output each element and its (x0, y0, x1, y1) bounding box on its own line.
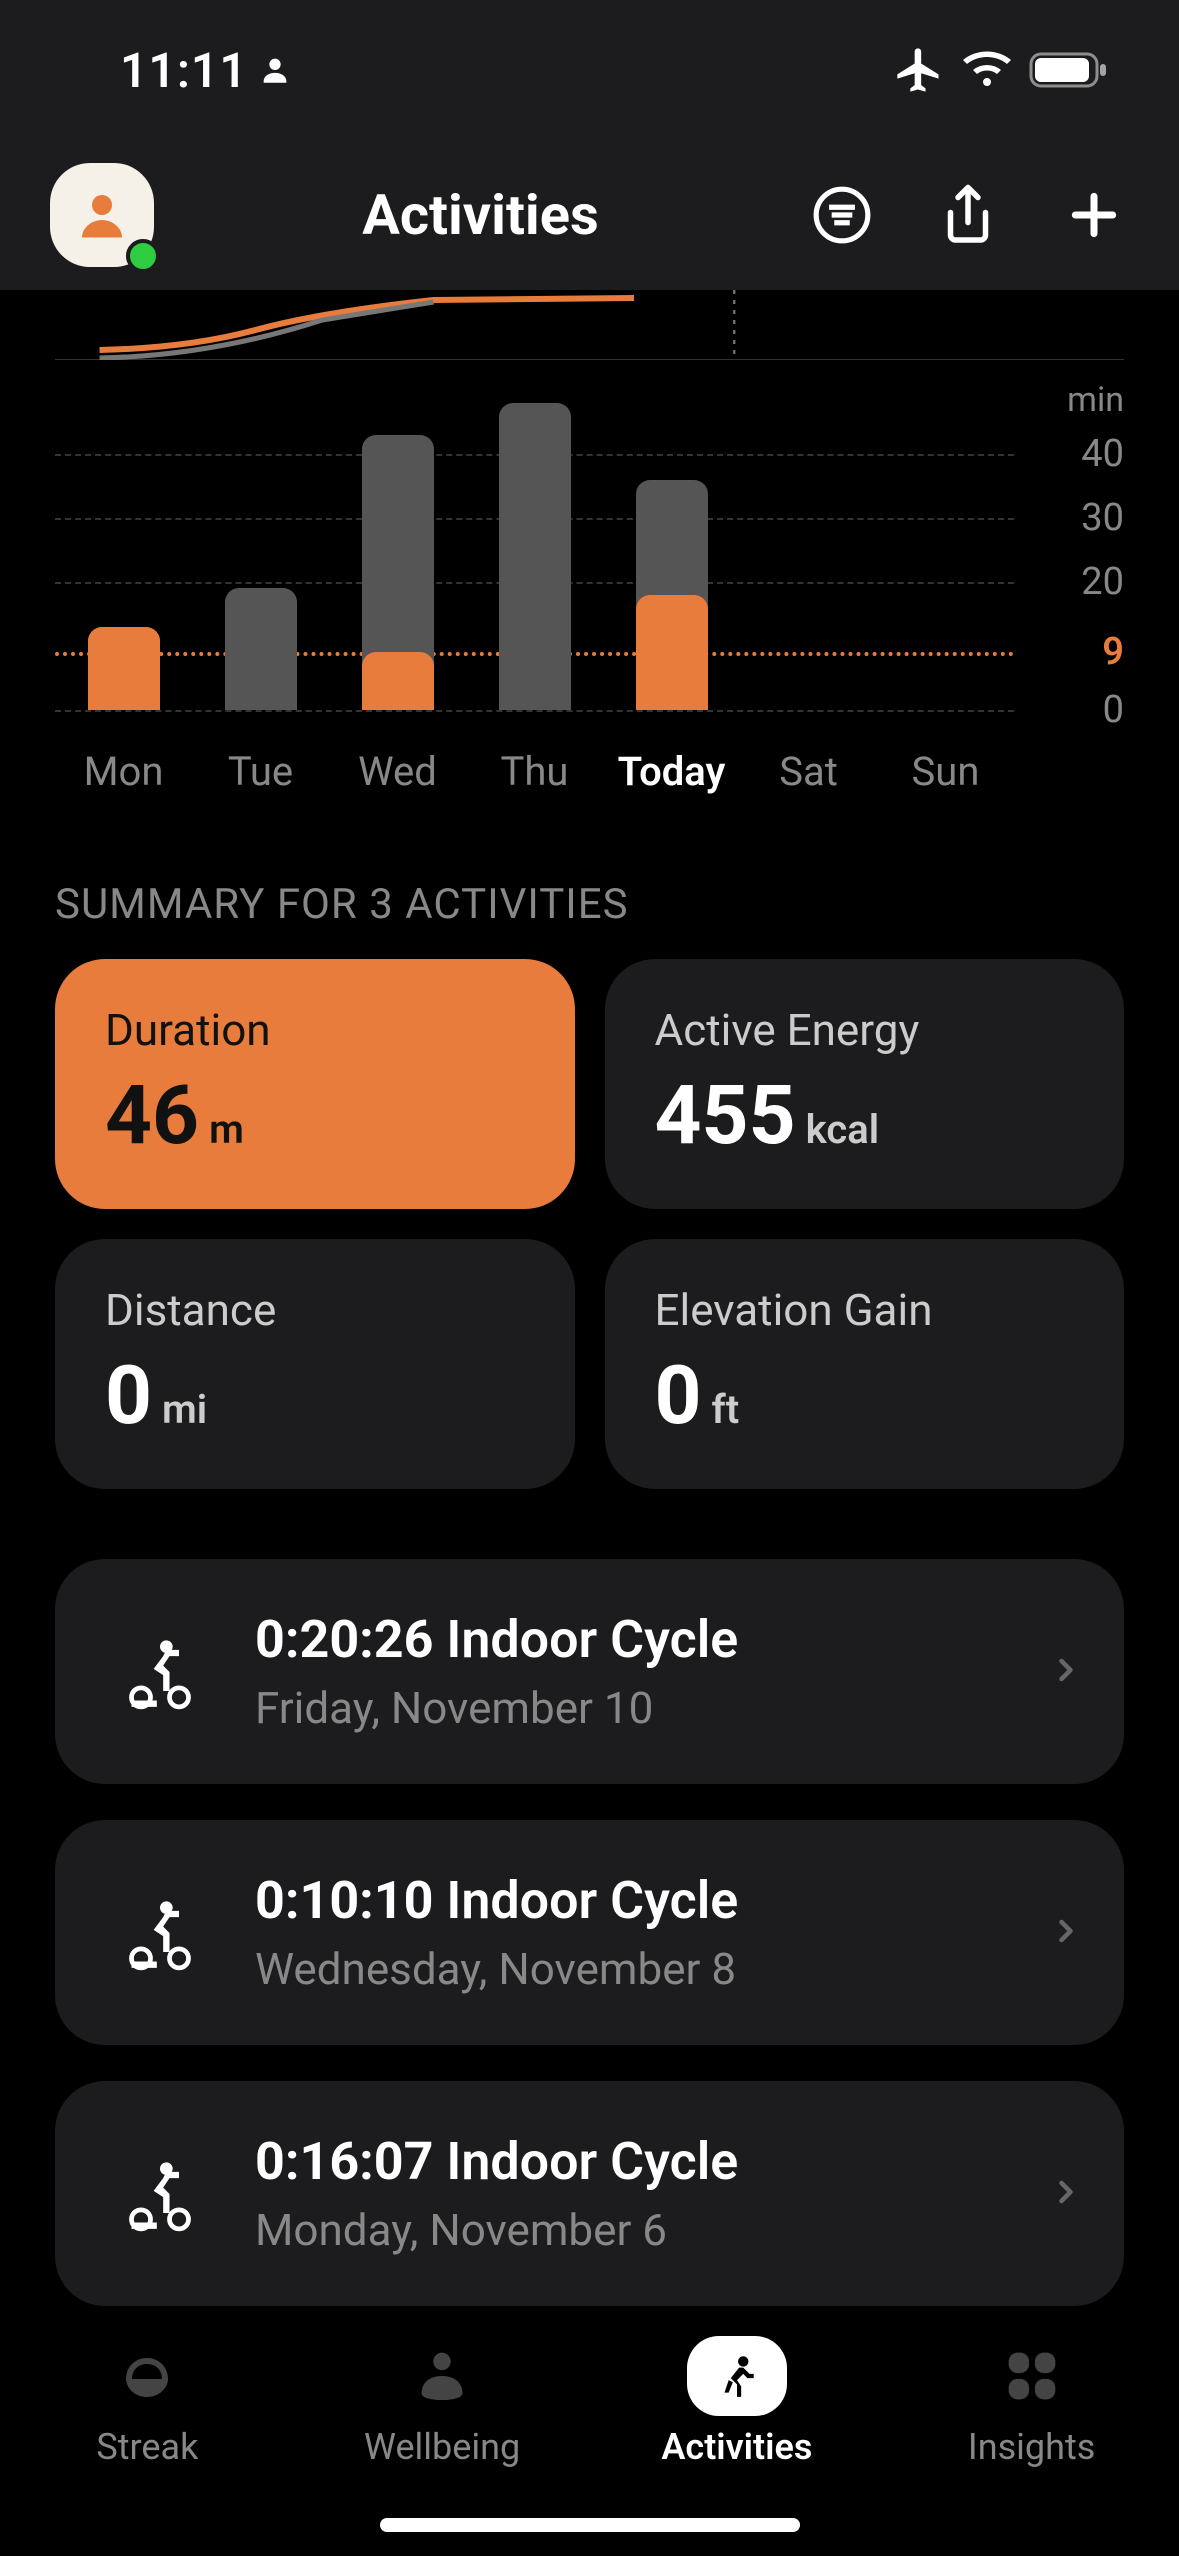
day-label: Mon (64, 748, 184, 795)
tab-activities[interactable]: Activities (590, 2336, 885, 2468)
activity-title: 0:10:10 Indoor Cycle (255, 1870, 998, 1931)
person-icon (258, 53, 292, 87)
tab-label: Activities (661, 2426, 812, 2468)
metric-label: Duration (105, 1004, 525, 1056)
profile-button[interactable] (50, 163, 154, 267)
bar-total (225, 588, 297, 710)
tab-label: Wellbeing (364, 2426, 520, 2468)
y-tick-label: 20 (1034, 560, 1124, 604)
day-label: Sun (886, 748, 1006, 795)
day-label: Wed (338, 748, 458, 795)
tab-label: Insights (968, 2426, 1095, 2468)
status-time: 11:11 (120, 42, 248, 99)
metric-unit: mi (162, 1386, 207, 1433)
bar-highlighted (88, 627, 160, 710)
y-tick-label: 0 (1034, 688, 1124, 732)
activity-title: 0:16:07 Indoor Cycle (255, 2131, 998, 2192)
metric-card-elevation-gain[interactable]: Elevation Gain 0ft (605, 1239, 1125, 1489)
tab-insights[interactable]: Insights (884, 2336, 1179, 2468)
day-label: Sat (749, 748, 869, 795)
metric-card-active-energy[interactable]: Active Energy 455kcal (605, 959, 1125, 1209)
plus-icon (1066, 187, 1122, 243)
wifi-icon (963, 46, 1011, 94)
share-icon (938, 182, 998, 248)
online-status-dot (126, 239, 160, 273)
day-label: Today (612, 748, 732, 795)
activity-date: Monday, November 6 (255, 2204, 998, 2256)
wellbeing-icon (402, 2336, 482, 2416)
day-label: Thu (475, 748, 595, 795)
avatar-icon (72, 185, 132, 245)
metric-value: 0 (105, 1348, 152, 1444)
page-title: Activities (184, 182, 777, 248)
chart-time-label: 00:00 (974, 290, 1064, 294)
metric-unit: kcal (806, 1106, 879, 1153)
home-indicator[interactable] (380, 2518, 800, 2532)
battery-icon (1029, 50, 1109, 90)
activity-date: Wednesday, November 8 (255, 1943, 998, 1995)
indoor-cycle-icon (115, 1627, 205, 1717)
activity-title: 0:20:26 Indoor Cycle (255, 1609, 998, 1670)
indoor-cycle-icon (115, 2149, 205, 2239)
activity-date: Friday, November 10 (255, 1682, 998, 1734)
metric-card-duration[interactable]: Duration 46m (55, 959, 575, 1209)
chevron-right-icon (1048, 2174, 1084, 2214)
bar-highlighted (636, 595, 708, 710)
activity-row[interactable]: 0:20:26 Indoor Cycle Friday, November 10 (55, 1559, 1124, 1784)
share-button[interactable] (933, 180, 1003, 250)
insights-icon (992, 2336, 1072, 2416)
activity-row[interactable]: 0:16:07 Indoor Cycle Monday, November 6 (55, 2081, 1124, 2306)
bar-total (499, 403, 571, 710)
summary-heading: SUMMARY FOR 3 ACTIVITIES (0, 810, 1179, 959)
metric-card-distance[interactable]: Distance 0mi (55, 1239, 575, 1489)
metric-value: 455 (655, 1068, 796, 1164)
chevron-right-icon (1048, 1652, 1084, 1692)
gridline (55, 710, 1014, 712)
weekly-chart[interactable]: 00:00 min 02030409 MonTueWedThuTodaySatS… (0, 290, 1179, 810)
y-tick-label: 30 (1034, 496, 1124, 540)
airplane-mode-icon (893, 44, 945, 96)
chevron-right-icon (1048, 1913, 1084, 1953)
streak-icon (107, 2336, 187, 2416)
metric-label: Distance (105, 1284, 525, 1336)
filter-button[interactable] (807, 180, 877, 250)
tab-wellbeing[interactable]: Wellbeing (295, 2336, 590, 2468)
add-button[interactable] (1059, 180, 1129, 250)
metric-value: 0 (655, 1348, 702, 1444)
indoor-cycle-icon (115, 1888, 205, 1978)
metric-value: 46 (105, 1068, 199, 1164)
baseline-label: 9 (1034, 630, 1124, 674)
day-label: Tue (201, 748, 321, 795)
activity-row[interactable]: 0:10:10 Indoor Cycle Wednesday, November … (55, 1820, 1124, 2045)
status-bar: 11:11 (0, 0, 1179, 140)
y-tick-label: 40 (1034, 432, 1124, 476)
filter-lines-icon (811, 184, 873, 246)
line-chart-icon (55, 290, 1124, 360)
metric-unit: ft (712, 1386, 740, 1433)
activities-icon (687, 2336, 787, 2416)
bar-highlighted (362, 652, 434, 710)
metric-label: Active Energy (655, 1004, 1075, 1056)
metric-label: Elevation Gain (655, 1284, 1075, 1336)
metric-unit: m (209, 1106, 244, 1153)
tab-streak[interactable]: Streak (0, 2336, 295, 2468)
app-header: Activities (0, 140, 1179, 290)
tab-label: Streak (96, 2426, 198, 2468)
